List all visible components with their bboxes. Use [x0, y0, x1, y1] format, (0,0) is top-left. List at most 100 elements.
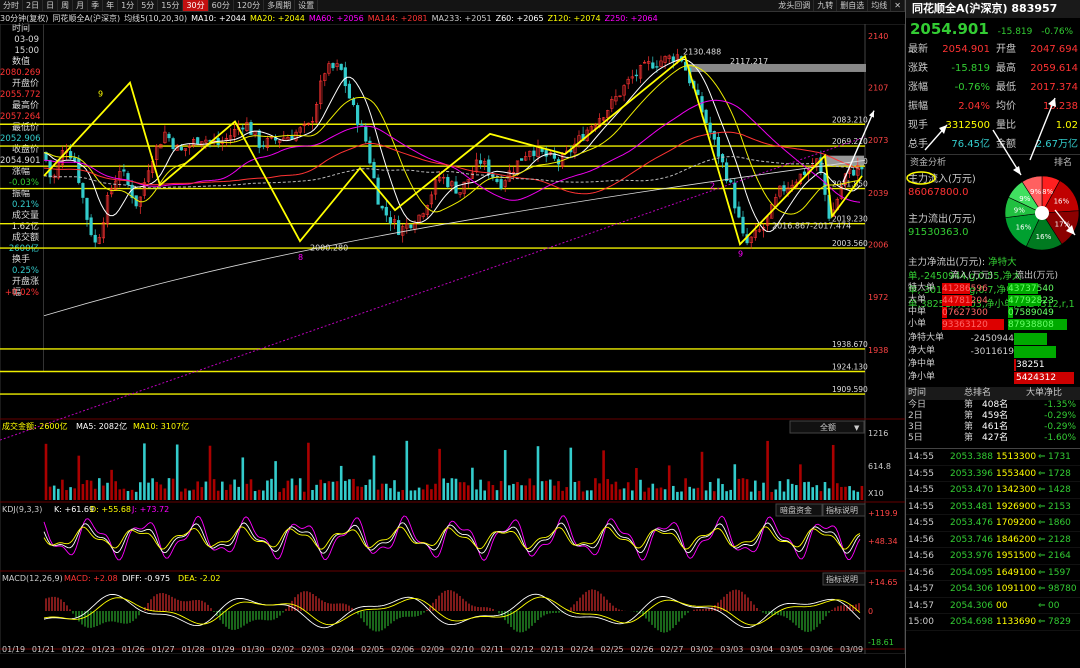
tick-price: 2053.396 [950, 468, 993, 479]
period-tab[interactable]: 周 [58, 0, 74, 11]
kdj-j: J: +73.72 [131, 505, 169, 514]
price-change: -15.819 [997, 27, 1033, 37]
volume-bar [745, 479, 749, 500]
candle-body [802, 171, 807, 176]
quote-value: -0.76% [954, 82, 990, 93]
quote-value: 2047.694 [1030, 44, 1078, 55]
volume-bar [368, 479, 372, 500]
outflow-value: 87938808 [1008, 320, 1054, 330]
volume-bar [98, 478, 101, 500]
rank-row: 5日 第 427名 -1.60% [906, 433, 1080, 444]
rank-value: 408名 [982, 400, 1009, 410]
volume-bar [741, 478, 745, 500]
date-tick: 03/06 [810, 645, 833, 654]
date-tick: 01/27 [152, 645, 175, 654]
date-tick: 03/04 [750, 645, 773, 654]
volume-bar [618, 489, 622, 500]
volume-bar [385, 483, 388, 500]
period-tab[interactable]: 分时 [0, 0, 23, 11]
volume-bar [819, 491, 823, 500]
candle-body [446, 177, 450, 188]
quote-key: 涨跌 [908, 63, 928, 74]
toolbar-button[interactable]: 九转 [814, 0, 838, 11]
candle-body [89, 217, 93, 236]
volume-bar [159, 484, 163, 500]
volume-select-value[interactable]: 全额 [820, 422, 836, 432]
volume-bar [57, 488, 60, 500]
net-flow-bar [1014, 333, 1047, 345]
volume-bar [360, 486, 363, 500]
net-flow-table: 净特大单 -2450944 净大单 -3011619 净中单 38251 净小单 542431… [906, 332, 1080, 384]
volume-bar [528, 478, 532, 500]
volume-bar [73, 488, 76, 500]
volume-bar [836, 483, 839, 500]
net-flow-bar-cell: 38251 [954, 359, 1074, 371]
volume-bar [676, 491, 679, 500]
volume-bar [188, 490, 191, 500]
dark-fund-label[interactable]: 暗盘资金 [780, 505, 812, 515]
macd-help-label[interactable]: 指标说明 [826, 574, 858, 584]
volume-bar [786, 479, 790, 500]
volume-bar [245, 483, 249, 500]
period-tab[interactable]: 2日 [23, 0, 44, 11]
rank-row: 3日 第 461名 -0.29% [906, 422, 1080, 433]
indicator-help-label[interactable]: 指标说明 [826, 505, 858, 515]
arrow-left-icon: ⇐ [1038, 584, 1046, 594]
toolbar-button[interactable]: 龙头回调 [775, 0, 815, 11]
dropdown-icon[interactable]: ▼ [854, 424, 860, 432]
volume-bar [126, 491, 130, 500]
volume-bar [262, 490, 265, 500]
volume-bar [229, 484, 232, 500]
volume-bar [274, 461, 277, 500]
date-axis: 01/19 01/21 01/22 01/23 01/26 01/27 01/28 01/29… [2, 645, 863, 654]
chart-frame [0, 24, 905, 654]
volume-bar [770, 491, 773, 500]
period-tab[interactable]: 设置 [295, 0, 319, 11]
period-tab[interactable]: 季 [88, 0, 104, 11]
period-tab[interactable]: 1分 [118, 0, 139, 11]
price-tick: 1938 [868, 346, 888, 355]
period-tab[interactable]: 日 [43, 0, 59, 11]
tick-amount: 2128 [1048, 534, 1071, 545]
tab-rank[interactable]: 排名 [1054, 155, 1072, 170]
volume-bar [708, 481, 712, 500]
tick-price: 2053.746 [950, 534, 993, 545]
volume-bar [860, 485, 864, 500]
candle-body [257, 130, 261, 148]
volume-bar [704, 490, 708, 500]
tick-volume: 1926900 [996, 501, 1037, 512]
period-tab[interactable]: 30分 [183, 0, 209, 11]
tick-volume: 1133690 [996, 617, 1037, 627]
arrow-left-icon: ⇐ [1038, 551, 1046, 561]
volume-bar [733, 464, 737, 500]
period-tab[interactable]: 15分 [158, 0, 184, 11]
pie-label: 9% [1014, 206, 1025, 214]
candle-body [355, 105, 360, 126]
volume-bar [647, 487, 650, 500]
kdj-j-line [43, 515, 861, 561]
volume-bar [286, 480, 290, 500]
volume-bar [569, 447, 573, 500]
rank-prefix: 第 [964, 400, 974, 410]
period-tab[interactable]: 年 [103, 0, 119, 11]
period-tab[interactable]: 120分 [234, 0, 265, 11]
period-tab[interactable]: 60分 [209, 0, 234, 11]
tab-fund-analysis[interactable]: 资金分析 [910, 155, 946, 170]
period-tab[interactable]: 多周期 [264, 0, 296, 11]
tick-amount: 98780 [1048, 584, 1077, 594]
inflow-value: 93363120 [942, 320, 988, 330]
tick-list[interactable]: 14:55 2053.388 1513300 ⇐ 1731 14:55 2053.396 15… [906, 448, 1080, 631]
tick-price: 2053.388 [950, 452, 993, 462]
net-flow-row: 净特大单 -2450944 [906, 332, 1080, 345]
close-icon[interactable]: ✕ [891, 0, 905, 11]
kdj-d: D: +55.68 [90, 505, 131, 514]
period-tab[interactable]: 月 [73, 0, 89, 11]
toolbar-button[interactable]: 删自选 [837, 0, 869, 11]
volume-bar [823, 482, 827, 500]
period-tab[interactable]: 5分 [138, 0, 159, 11]
volume-bar [483, 490, 486, 500]
flow-row: 中单 07627300 07589049 [906, 306, 1080, 318]
kline-chart[interactable]: 21402107207320392006197219382083.2102069… [0, 24, 905, 654]
toolbar-button[interactable]: 均线 [868, 0, 892, 11]
volume-bar [614, 481, 618, 500]
